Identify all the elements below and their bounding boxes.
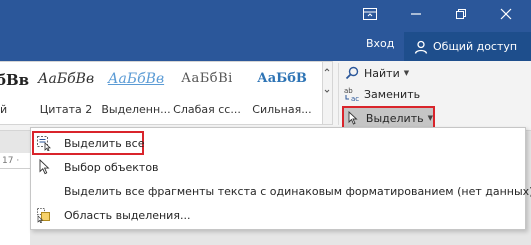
ribbon-display-icon — [363, 8, 377, 20]
menu-item-select-objects[interactable]: Выбор объектов — [31, 155, 525, 179]
pointer-icon — [36, 159, 52, 175]
style-item[interactable]: АаБбВ Сильная... — [243, 62, 321, 124]
share-label: Общий доступ — [433, 40, 518, 53]
replace-icon: ab ac — [344, 86, 360, 102]
ruler: 17 · — [0, 153, 30, 169]
selection-pane-icon — [36, 207, 52, 223]
group-separator — [338, 63, 339, 125]
style-name: Цитата 2 — [39, 103, 93, 116]
document-page[interactable] — [0, 169, 30, 245]
style-item[interactable]: АаБбВі Слабая сс... — [172, 62, 242, 124]
svg-text:ac: ac — [351, 95, 359, 102]
find-label: Найти — [364, 66, 400, 80]
style-name: й — [0, 103, 8, 116]
minimize-button[interactable] — [398, 0, 434, 28]
menu-item-label: Выбор объектов — [64, 160, 159, 174]
chevron-down-icon: ▼ — [403, 69, 410, 77]
restore-icon — [456, 9, 466, 19]
style-name: Выделенн... — [101, 103, 171, 116]
sign-in-link[interactable]: Вход — [366, 37, 394, 50]
styles-gallery: бВв й АаБбВв Цитата 2 АаБбВв Выделенн...… — [0, 61, 323, 125]
style-name: Сильная... — [252, 103, 312, 116]
chevron-down-icon: ▼ — [427, 114, 433, 122]
title-bar: Вход Общий доступ — [0, 0, 531, 61]
style-sample: АаБбВі — [181, 71, 233, 86]
person-icon — [414, 40, 428, 54]
ribbon: бВв й АаБбВв Цитата 2 АаБбВв Выделенн...… — [0, 61, 531, 131]
menu-item-selection-pane[interactable]: Область выделения... — [31, 203, 525, 227]
restore-button[interactable] — [443, 0, 479, 28]
ribbon-display-options-button[interactable] — [352, 0, 388, 28]
select-label: Выделить — [365, 111, 424, 125]
style-sample: бВв — [0, 71, 30, 89]
select-all-icon — [36, 135, 52, 151]
replace-button[interactable]: ab ac Заменить — [344, 84, 420, 104]
style-name: Слабая сс... — [173, 103, 241, 116]
search-icon — [344, 65, 360, 81]
menu-item-label: Выделить все — [64, 136, 145, 150]
replace-label: Заменить — [364, 87, 421, 101]
close-button[interactable] — [488, 0, 524, 28]
gallery-scroll[interactable] — [323, 61, 333, 125]
gallery-arrows-icon — [324, 68, 330, 93]
minimize-icon — [411, 13, 421, 15]
find-button[interactable]: Найти ▼ — [344, 63, 409, 83]
menu-item-select-similar-formatting[interactable]: Выделить все фрагменты текста с одинаков… — [31, 179, 531, 203]
menu-item-select-all[interactable]: Выделить все — [32, 131, 144, 155]
cursor-arrow-icon — [348, 110, 362, 126]
svg-text:ab: ab — [344, 87, 353, 95]
menu-item-label: Выделить все фрагменты текста с одинаков… — [64, 184, 531, 198]
style-item[interactable]: бВв й — [0, 62, 30, 124]
style-item[interactable]: АаБбВв Выделенн... — [101, 62, 171, 124]
style-sample: АаБбВв — [37, 71, 95, 87]
style-item[interactable]: АаБбВв Цитата 2 — [32, 62, 100, 124]
close-icon — [500, 8, 512, 20]
select-dropdown-menu: Выделить все Выбор объектов Выделить все… — [30, 127, 531, 230]
style-sample: АаБбВв — [107, 71, 165, 87]
style-sample: АаБбВ — [257, 71, 307, 86]
menu-item-label: Область выделения... — [64, 208, 191, 222]
share-button[interactable]: Общий доступ — [404, 32, 531, 61]
